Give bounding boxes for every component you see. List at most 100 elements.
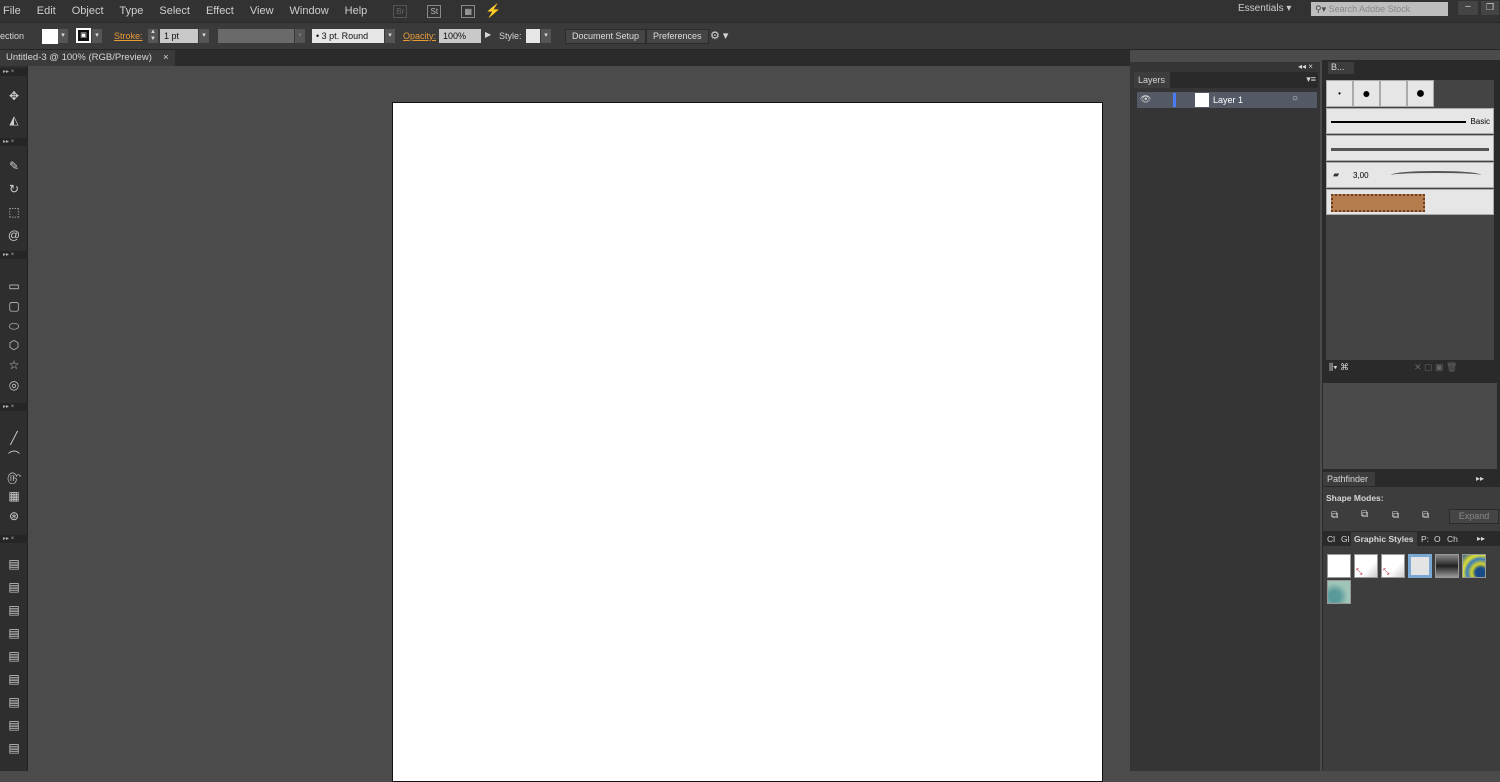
graphic-style-shadow-2[interactable]: ⤡: [1381, 554, 1405, 578]
stroke-stepper[interactable]: ▲ ▼: [148, 29, 158, 43]
menu-select[interactable]: Select: [151, 5, 198, 17]
ellipse-tool-icon[interactable]: ⬭: [5, 318, 23, 334]
menu-object[interactable]: Object: [64, 5, 112, 17]
spiral-tool-icon[interactable]: ௹: [5, 469, 23, 485]
layer-name[interactable]: Layer 1: [1213, 95, 1243, 105]
menu-edit[interactable]: Edit: [29, 5, 64, 17]
panel-expand-icon[interactable]: ▸▸: [1477, 534, 1485, 543]
brush-pattern[interactable]: [1326, 189, 1494, 215]
style-dropdown[interactable]: ▾: [541, 29, 551, 43]
flare-tool-icon[interactable]: ◎: [5, 377, 23, 393]
panel-expand-icon[interactable]: ▸▸: [1476, 474, 1484, 483]
stock-search-input[interactable]: ⚲▾ Search Adobe Stock: [1311, 2, 1448, 16]
visibility-eye-icon[interactable]: 👁: [1140, 94, 1151, 105]
toolbar-grip[interactable]: ▸▸ ×: [0, 68, 28, 76]
symbol-sprayer-icon[interactable]: ✎: [5, 158, 23, 174]
menu-window[interactable]: Window: [282, 5, 337, 17]
brush-dot-small[interactable]: •: [1326, 80, 1353, 107]
graph-tool-icon[interactable]: ▤: [5, 648, 23, 664]
graphic-style-gradient[interactable]: [1435, 554, 1459, 578]
arc-tool-icon[interactable]: ⌒: [5, 449, 23, 465]
fill-swatch[interactable]: [42, 29, 58, 44]
tab-ch[interactable]: Ch: [1447, 534, 1458, 544]
brush-actions-icons[interactable]: ✕ ▢ ▣ 🗑: [1414, 362, 1457, 373]
polygon-tool-icon[interactable]: ⬡: [5, 337, 23, 353]
polar-grid-icon[interactable]: ⊛: [5, 508, 23, 524]
brush-dropdown[interactable]: ▾: [385, 29, 395, 43]
menu-help[interactable]: Help: [337, 5, 376, 17]
tab-color[interactable]: Cl: [1327, 534, 1335, 544]
workspace-switcher[interactable]: Essentials ▾: [1238, 3, 1291, 14]
intersect-icon[interactable]: ⧉: [1392, 510, 1399, 521]
tab-layers[interactable]: Layers: [1134, 72, 1170, 88]
tab-pathfinder[interactable]: Pathfinder: [1323, 472, 1375, 486]
brush-dot-large[interactable]: ●: [1407, 80, 1434, 107]
stroke-color-dropdown[interactable]: ▾: [92, 29, 102, 43]
tab-o[interactable]: O: [1434, 534, 1441, 544]
brush-charcoal[interactable]: [1326, 135, 1494, 161]
style-swatch[interactable]: [526, 29, 540, 43]
menu-type[interactable]: Type: [112, 5, 152, 17]
brush-basic[interactable]: Basic: [1326, 108, 1494, 134]
perspective-grid-icon[interactable]: ◭: [5, 112, 23, 128]
graph-tool-icon[interactable]: ▤: [5, 717, 23, 733]
variable-width-profile[interactable]: [218, 29, 294, 43]
layer-row[interactable]: 👁 Layer 1 ○: [1137, 92, 1317, 108]
graph-tool-icon[interactable]: ▤: [5, 602, 23, 618]
graphic-style-blue-outline[interactable]: [1408, 554, 1432, 578]
opacity-input[interactable]: 100%: [439, 29, 481, 43]
menu-effect[interactable]: Effect: [198, 5, 242, 17]
twirl-icon[interactable]: @: [5, 227, 23, 243]
brush-dot-medium[interactable]: ●: [1353, 80, 1380, 107]
document-tab[interactable]: Untitled-3 @ 100% (RGB/Preview) ×: [0, 50, 175, 66]
tab-p[interactable]: P:: [1421, 534, 1429, 544]
tab-brushes[interactable]: B...: [1328, 62, 1354, 74]
stroke-swatch[interactable]: ▣: [76, 28, 91, 43]
stroke-weight-input[interactable]: 1 pt: [160, 29, 198, 43]
stroke-label[interactable]: Stroke:: [114, 31, 143, 41]
rectangular-grid-icon[interactable]: ▦: [5, 488, 23, 504]
arrange-documents-icon[interactable]: ▦: [461, 4, 476, 18]
target-circle-icon[interactable]: ○: [1292, 93, 1298, 104]
fill-dropdown[interactable]: ▾: [58, 29, 68, 43]
graph-tool-icon[interactable]: ▤: [5, 625, 23, 641]
graph-tool-icon[interactable]: ▤: [5, 671, 23, 687]
tab-graphic-styles[interactable]: Graphic Styles: [1351, 532, 1417, 546]
brush-calligraphic[interactable]: ▰ 3,00: [1326, 162, 1494, 188]
brush-definition[interactable]: • 3 pt. Round: [312, 29, 384, 43]
graphic-style-shadow[interactable]: ⤡: [1354, 554, 1378, 578]
opacity-arrow-icon[interactable]: ▶: [485, 30, 491, 39]
graph-tool-icon[interactable]: ▤: [5, 579, 23, 595]
rectangle-tool-icon[interactable]: ▭: [5, 278, 23, 294]
graphic-style-default[interactable]: [1327, 554, 1351, 578]
minus-front-icon[interactable]: ⧉: [1361, 509, 1368, 520]
arrange-icon[interactable]: ⚙ ▾: [710, 29, 728, 42]
minimize-button[interactable]: –: [1458, 1, 1478, 15]
unite-icon[interactable]: ⧉: [1331, 510, 1338, 521]
opacity-label[interactable]: Opacity:: [403, 31, 436, 41]
document-setup-button[interactable]: Document Setup: [565, 29, 647, 44]
toolbar-grip[interactable]: ▸▸ ×: [0, 403, 28, 411]
puppet-warp-icon[interactable]: ✥: [5, 88, 23, 104]
toolbar-grip[interactable]: ▸▸ ×: [0, 138, 28, 146]
graphic-style-texture[interactable]: [1327, 580, 1351, 604]
toolbar-grip[interactable]: ▸▸ ×: [0, 535, 28, 543]
collapse-panel-icon[interactable]: ◂◂ ×: [1298, 62, 1313, 71]
exclude-icon[interactable]: ⧉: [1422, 510, 1429, 521]
gpu-performance-icon[interactable]: ⚡: [485, 3, 501, 19]
menu-file[interactable]: File: [0, 5, 29, 17]
stock-icon[interactable]: St: [427, 4, 442, 18]
tab-gradient[interactable]: Gl: [1341, 534, 1350, 544]
rounded-rectangle-tool-icon[interactable]: ▢: [5, 298, 23, 314]
rotate-icon[interactable]: ↻: [5, 181, 23, 197]
toolbar-grip[interactable]: ▸▸ ×: [0, 251, 28, 259]
graph-tool-icon[interactable]: ▤: [5, 694, 23, 710]
free-transform-icon[interactable]: ⬚: [5, 204, 23, 220]
graph-tool-icon[interactable]: ▤: [5, 740, 23, 756]
brush-dot-light[interactable]: [1380, 80, 1407, 107]
artboard[interactable]: [392, 102, 1103, 782]
close-tab-icon[interactable]: ×: [163, 50, 169, 66]
preferences-button[interactable]: Preferences: [646, 29, 709, 44]
star-tool-icon[interactable]: ☆: [5, 357, 23, 373]
brush-libraries-icon[interactable]: ⫼▾ ⌘: [1329, 362, 1349, 373]
